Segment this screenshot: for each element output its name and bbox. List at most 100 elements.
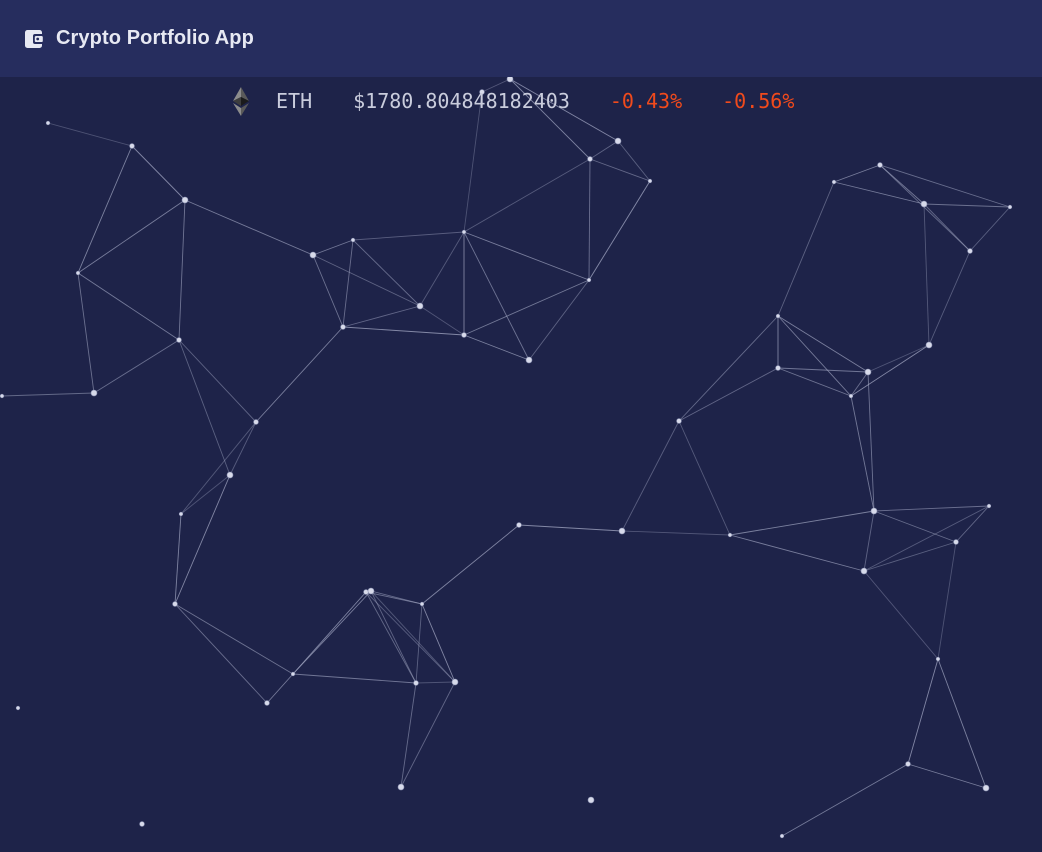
network-link (421, 603, 456, 683)
network-link (342, 305, 421, 328)
network-node (264, 700, 270, 706)
network-link (850, 395, 875, 512)
brand[interactable]: Crypto Portfolio App (24, 27, 254, 50)
coin-symbol: ETH (276, 89, 313, 113)
network-link (937, 541, 957, 660)
network-node (253, 419, 259, 425)
app-title: Crypto Portfolio App (56, 27, 254, 49)
network-link (678, 420, 731, 536)
network-link (174, 603, 294, 675)
network-link (178, 199, 186, 341)
network-link (352, 239, 421, 307)
network-node (727, 532, 733, 538)
network-node (419, 601, 425, 607)
network-link (180, 474, 231, 515)
network-link (178, 339, 231, 476)
network-link (588, 158, 591, 281)
network-link (352, 231, 465, 241)
network-link (777, 315, 852, 397)
network-node (676, 418, 682, 424)
network-link (907, 763, 987, 789)
network-link (729, 534, 865, 572)
network-link (850, 344, 930, 397)
network-link (47, 122, 133, 147)
network-link (955, 505, 990, 543)
network-link (589, 140, 619, 160)
app-window: Crypto Portfolio App ETH $1780.804848182… (0, 0, 1042, 852)
network-link (463, 334, 530, 361)
network-link (77, 272, 180, 341)
network-link (174, 474, 231, 605)
network-node (178, 511, 184, 517)
network-link (937, 658, 987, 789)
network-link (292, 590, 372, 675)
network-node (831, 179, 837, 185)
network-node (905, 761, 911, 767)
network-link (312, 239, 354, 256)
network-link (867, 371, 875, 512)
network-link (867, 344, 930, 373)
network-link (312, 254, 421, 307)
network-link (178, 339, 257, 423)
network-link (777, 181, 835, 317)
network-link (370, 590, 456, 683)
crypto-ticker-row[interactable]: ETH $1780.804848182403 -0.43% -0.56% (230, 84, 794, 118)
network-link (621, 420, 680, 532)
particle-network-background (0, 75, 1013, 839)
network-node (451, 678, 459, 686)
network-node (986, 503, 992, 509)
network-link (777, 367, 852, 397)
network-link (370, 590, 417, 684)
network-node (586, 277, 592, 283)
network-node (779, 833, 785, 839)
network-node (350, 237, 356, 243)
network-node (864, 368, 872, 376)
network-node (129, 143, 135, 149)
network-node (397, 783, 405, 791)
network-link (180, 421, 257, 515)
network-node (920, 200, 928, 208)
app-header: Crypto Portfolio App (0, 0, 1042, 77)
network-node (172, 601, 178, 607)
network-link (342, 239, 354, 328)
network-link (77, 272, 95, 394)
network-link (184, 199, 314, 256)
network-node (413, 680, 419, 686)
network-link (421, 524, 520, 605)
network-link (588, 180, 651, 281)
network-link (863, 541, 957, 572)
network-link (879, 164, 1011, 208)
network-link (312, 254, 344, 328)
network-link (528, 279, 590, 361)
network-link (400, 681, 456, 788)
network-link (419, 305, 465, 336)
network-node (982, 784, 990, 792)
network-node (309, 251, 317, 259)
network-link (415, 681, 456, 684)
network-node (587, 156, 593, 162)
network-link (923, 203, 971, 252)
network-node (340, 324, 346, 330)
network-link (365, 591, 456, 683)
network-node (416, 302, 424, 310)
network-node (525, 356, 533, 364)
network-link (678, 367, 779, 422)
network-link (863, 505, 990, 572)
network-link (873, 505, 990, 512)
ethereum-icon (233, 86, 249, 116)
network-node (860, 567, 868, 575)
network-node (953, 539, 959, 545)
network-link (781, 763, 909, 837)
network-node (90, 389, 98, 397)
network-node (363, 589, 369, 595)
network-link (518, 524, 623, 532)
network-node (75, 270, 81, 276)
network-link (77, 145, 133, 274)
network-link (266, 673, 294, 704)
network-node (587, 796, 595, 804)
network-node (647, 178, 653, 184)
network-node (775, 313, 781, 319)
network-node (967, 248, 973, 254)
network-link (729, 510, 875, 536)
network-link (850, 371, 869, 397)
